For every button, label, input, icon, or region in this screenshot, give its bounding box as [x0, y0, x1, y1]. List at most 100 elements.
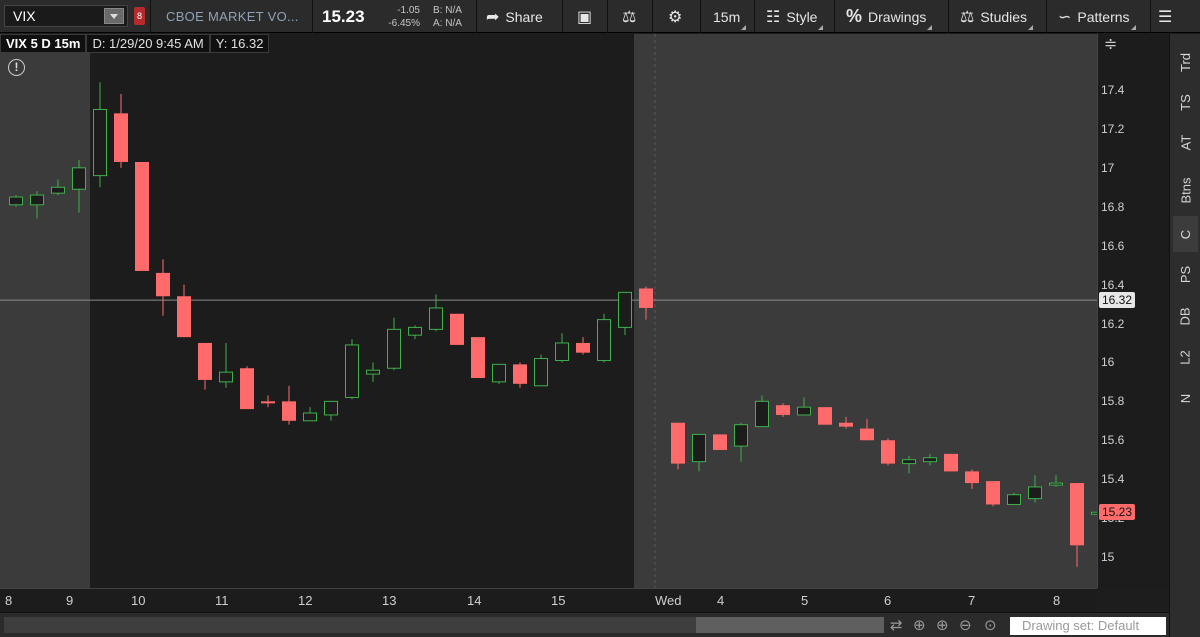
time-tick-label: 15	[551, 593, 566, 608]
candle-body	[860, 428, 874, 441]
candle-body	[986, 481, 1000, 505]
settings-button[interactable]: ⚙	[668, 0, 688, 33]
candle-body	[513, 364, 527, 384]
candle-body	[282, 401, 296, 421]
time-tick-label: 7	[968, 593, 976, 608]
side-tab-ps[interactable]: PS	[1173, 256, 1198, 292]
chart-canvas[interactable]	[0, 34, 1105, 588]
candle-body	[671, 422, 685, 464]
drawing-set-selector[interactable]: Drawing set: Default	[1010, 617, 1166, 635]
candle-body	[1070, 483, 1084, 546]
pan-icon[interactable]: ⇄	[890, 616, 903, 634]
side-tab-c[interactable]: C	[1173, 216, 1198, 252]
crosshair-value: Y: 16.32	[209, 34, 270, 53]
candle-body	[324, 400, 338, 416]
candle-body	[576, 342, 590, 353]
candle-body	[177, 296, 191, 338]
price-axis[interactable]: ≑ 17.4 17.2 17 16.8 16.6 16.4 16.2 16 15.8 15.6 15…	[1097, 34, 1169, 588]
time-tick-label: 11	[215, 593, 229, 608]
symbol-selector[interactable]: VIX	[4, 5, 128, 27]
candle-body	[303, 412, 317, 422]
dropdown-corner-icon	[1130, 25, 1136, 30]
price-tick-label: 16	[1101, 355, 1115, 370]
net-change: -1.05 -6.45%	[378, 4, 420, 30]
toolbar-divider	[948, 0, 949, 33]
side-tab-n[interactable]: N	[1173, 380, 1198, 416]
time-tick-label: 14	[467, 593, 482, 608]
price-tick-label: 15.8	[1101, 394, 1125, 409]
patterns-button[interactable]: ∽ Patterns	[1058, 0, 1136, 33]
chart-header: VIX 5 D 15m D: 1/29/20 9:45 AM Y: 16.32	[0, 34, 270, 54]
candle-body	[492, 363, 506, 383]
time-axis[interactable]: 8 9 10 11 12 13 14 15 Wed 4 5 6 7 8	[0, 588, 1097, 612]
candle-body	[450, 313, 464, 345]
link-group-chip[interactable]: 8	[134, 7, 145, 25]
axis-scale-icon[interactable]: ≑	[1104, 34, 1117, 54]
horizontal-scrollbar[interactable]	[4, 617, 884, 633]
candle-body	[135, 161, 149, 271]
candle-body	[471, 337, 485, 378]
side-tab-trd[interactable]: Trd	[1173, 44, 1198, 80]
dropdown-corner-icon	[1028, 25, 1034, 30]
net-change-value: -1.05	[397, 5, 420, 16]
candle-body	[93, 108, 107, 177]
candle-body	[345, 344, 359, 398]
toolbar-divider	[312, 0, 313, 33]
side-tab-label: TS	[1178, 93, 1193, 111]
crosshair-price-tag: 16.32	[1099, 292, 1136, 309]
toolbar-divider	[700, 0, 701, 33]
candle-body	[9, 196, 23, 206]
toolbar-divider	[607, 0, 608, 33]
time-tick-label: 12	[298, 593, 313, 608]
side-tab-btns[interactable]: Btns	[1173, 172, 1198, 208]
candle-body	[30, 194, 44, 206]
timeframe-button[interactable]: 15m	[713, 0, 747, 33]
style-button[interactable]: ☷ Style	[766, 0, 824, 33]
drawings-button[interactable]: % Drawings	[846, 0, 933, 33]
side-panel-tabs: Trd TS AT Btns C PS DB L2 N	[1169, 34, 1200, 637]
flask-button[interactable]: ⚖	[622, 0, 642, 33]
time-tick-label: 8	[1053, 593, 1061, 608]
side-tab-at[interactable]: AT	[1173, 124, 1198, 160]
time-tick-label: 6	[884, 593, 892, 608]
zoom-reset-icon[interactable]: ⊙	[984, 616, 997, 634]
candle-body	[408, 326, 422, 336]
side-tab-label: Btns	[1178, 176, 1194, 204]
menu-icon: ☰	[1158, 8, 1173, 26]
toolbar-divider	[754, 0, 755, 33]
studies-button[interactable]: ⚖ Studies	[960, 0, 1034, 33]
side-tab-ts[interactable]: TS	[1173, 84, 1198, 120]
timeframe-label: 15m	[713, 8, 741, 25]
scrollbar-thumb[interactable]	[696, 617, 884, 633]
candle-body	[555, 342, 569, 361]
zoom-in-icon[interactable]: ⊕	[936, 616, 949, 634]
bid-value: B: N/A	[433, 5, 462, 16]
candle-body	[387, 328, 401, 369]
exclamation-icon[interactable]: !	[8, 59, 25, 76]
price-tick-label: 17.4	[1101, 83, 1125, 97]
side-tab-l2[interactable]: L2	[1173, 339, 1198, 375]
share-button[interactable]: ➦ Share	[486, 0, 543, 33]
percent-icon: %	[846, 6, 863, 26]
candle-body	[534, 358, 548, 387]
side-tab-label: DB	[1178, 306, 1193, 326]
studies-label: Studies	[980, 8, 1028, 25]
price-tick-label: 16.8	[1101, 199, 1125, 214]
candle-body	[944, 453, 958, 472]
price-chart[interactable]	[0, 34, 1105, 588]
price-tick-label: 15.6	[1101, 433, 1125, 448]
zoom-out-icon[interactable]: ⊖	[959, 616, 972, 634]
extended-hours-region	[634, 34, 1097, 588]
crosshair-icon[interactable]: ⊕	[913, 616, 926, 634]
side-tab-label: Trd	[1178, 52, 1193, 72]
symbol-dropdown-icon[interactable]	[104, 8, 124, 24]
side-tab-db[interactable]: DB	[1173, 298, 1198, 334]
symbol-input[interactable]: VIX	[5, 8, 104, 24]
candle-body	[366, 369, 380, 375]
flask-icon: ⚖	[960, 8, 975, 26]
more-menu-button[interactable]: ☰	[1158, 0, 1178, 33]
net-change-percent: -6.45%	[388, 18, 420, 29]
ask-value: A: N/A	[433, 18, 462, 29]
alert-button[interactable]: ▣	[577, 0, 598, 33]
share-icon: ➦	[486, 8, 500, 26]
